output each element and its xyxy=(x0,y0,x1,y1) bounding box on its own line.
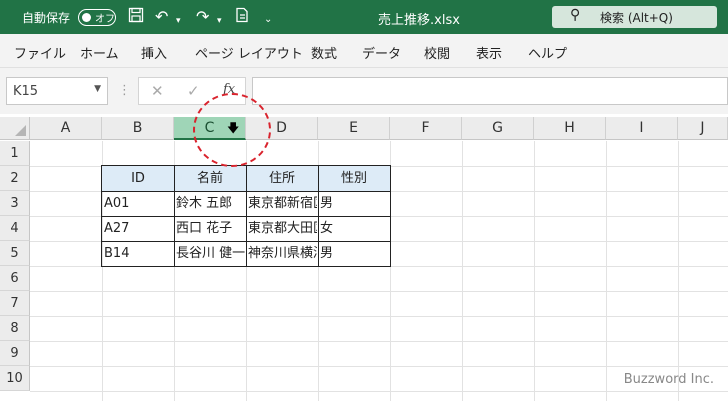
column-header-e[interactable]: E xyxy=(318,117,390,140)
column-header-f[interactable]: F xyxy=(390,117,462,140)
row-header-9[interactable]: 9 xyxy=(0,341,30,366)
tab-page-layout[interactable]: ページ レイアウト xyxy=(195,43,303,62)
row-header-10[interactable]: 10 xyxy=(0,366,30,391)
cancel-icon[interactable]: ✕ xyxy=(151,82,164,100)
tab-home[interactable]: ホーム xyxy=(80,43,119,62)
redo-icon[interactable]: ↷ xyxy=(196,7,209,27)
customize-toolbar-icon[interactable]: ⌄ xyxy=(264,10,272,30)
title-bar: 自動保存 オフ ↶ ▾ ↷ ▾ ⌄ 売上推移.xlsx ⚲ 検索 (Alt+Q) xyxy=(0,0,728,34)
grip-icon: ⋮ xyxy=(118,83,131,98)
toggle-knob xyxy=(82,13,91,22)
undo-dropdown-icon[interactable]: ▾ xyxy=(176,11,181,31)
column-header-a[interactable]: A xyxy=(30,117,102,140)
row-header-4[interactable]: 4 xyxy=(0,216,30,241)
row-header-1[interactable]: 1 xyxy=(0,141,30,166)
search-box[interactable]: ⚲ 検索 (Alt+Q) xyxy=(552,6,717,28)
tab-view[interactable]: 表示 xyxy=(476,43,502,62)
row-header-7[interactable]: 7 xyxy=(0,291,30,316)
row-header-3[interactable]: 3 xyxy=(0,191,30,216)
autosave-label: 自動保存 xyxy=(22,11,71,25)
column-header-g[interactable]: G xyxy=(462,117,534,140)
tab-insert[interactable]: 挿入 xyxy=(141,43,167,62)
search-placeholder: 検索 (Alt+Q) xyxy=(600,11,673,25)
autosave-toggle[interactable]: オフ xyxy=(78,9,116,26)
chevron-down-icon[interactable]: ▼ xyxy=(94,84,101,94)
tab-formulas[interactable]: 数式 xyxy=(311,43,337,62)
row-header-8[interactable]: 8 xyxy=(0,316,30,341)
column-header-j[interactable]: J xyxy=(678,117,728,140)
save-icon[interactable] xyxy=(128,7,144,28)
annotation-circle xyxy=(193,93,271,167)
enter-icon[interactable]: ✓ xyxy=(187,82,200,100)
row-header-6[interactable]: 6 xyxy=(0,266,30,291)
document-icon[interactable] xyxy=(234,7,250,28)
worksheet-grid: A B C 🡇 D E F G H I J 1 2 3 4 5 6 7 8 9 … xyxy=(0,114,728,401)
tab-data[interactable]: データ xyxy=(362,43,401,62)
row-header-2[interactable]: 2 xyxy=(0,166,30,191)
select-all-button[interactable] xyxy=(0,117,30,140)
undo-icon[interactable]: ↶ xyxy=(155,7,168,27)
name-box-value: K15 xyxy=(13,84,39,99)
formula-bar: K15 ▼ ⋮ ✕ ✓ fx xyxy=(0,68,728,114)
search-icon: ⚲ xyxy=(570,7,581,23)
tab-help[interactable]: ヘルプ xyxy=(528,43,567,62)
file-name: 売上推移.xlsx xyxy=(378,13,460,28)
row-header-5[interactable]: 5 xyxy=(0,241,30,266)
toggle-label: オフ xyxy=(95,14,115,25)
ribbon-tabs: ファイル ホーム 挿入 ページ レイアウト 数式 データ 校閲 表示 ヘルプ xyxy=(0,34,728,68)
watermark: Buzzword Inc. xyxy=(623,372,714,387)
tab-file[interactable]: ファイル xyxy=(14,43,66,62)
column-header-i[interactable]: I xyxy=(606,117,678,140)
column-header-h[interactable]: H xyxy=(534,117,606,140)
column-header-b[interactable]: B xyxy=(102,117,174,140)
name-box[interactable]: K15 ▼ xyxy=(6,77,108,105)
formula-input[interactable] xyxy=(252,77,728,105)
tab-review[interactable]: 校閲 xyxy=(424,43,450,62)
redo-dropdown-icon[interactable]: ▾ xyxy=(217,11,222,31)
